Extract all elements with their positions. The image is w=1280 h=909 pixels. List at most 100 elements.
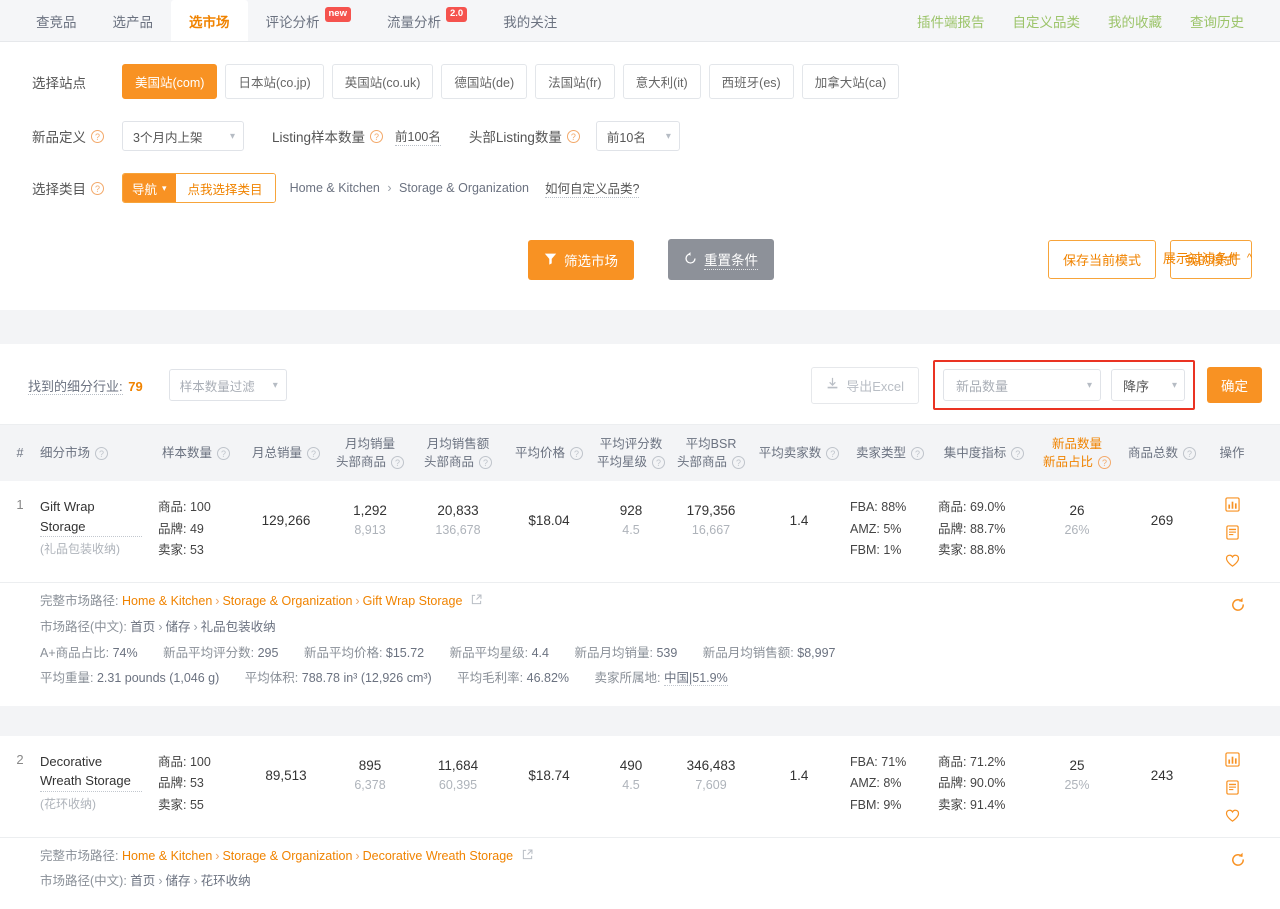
detail-path-item-1[interactable]: Storage & Organization [222, 594, 352, 608]
nav-link-my-favorites[interactable]: 我的收藏 [1094, 11, 1176, 31]
help-icon[interactable]: ? [479, 456, 492, 469]
site-button-us[interactable]: 美国站(com) [122, 64, 217, 99]
breadcrumb-item-0[interactable]: Home & Kitchen [290, 181, 380, 195]
help-icon[interactable]: ? [391, 456, 404, 469]
value-top: 6,378 [354, 778, 385, 792]
stat-new-avg-price: 新品平均价格: $15.72 [304, 646, 424, 660]
help-icon[interactable]: ? [652, 456, 665, 469]
detail-path-item-0[interactable]: Home & Kitchen [122, 594, 212, 608]
help-icon[interactable]: ? [1098, 456, 1111, 469]
nav-tab-chajingpin[interactable]: 查竞品 [18, 0, 95, 41]
confirm-sort-button[interactable]: 确定 [1207, 367, 1262, 403]
help-icon[interactable]: ? [91, 182, 104, 195]
detail-path-item-1[interactable]: Storage & Organization [222, 849, 352, 863]
help-icon[interactable]: ? [217, 447, 230, 460]
market-name-link[interactable]: Gift Wrap Storage [40, 497, 142, 537]
help-icon[interactable]: ? [567, 130, 580, 143]
bar-chart-icon[interactable] [1225, 497, 1240, 514]
export-excel-button[interactable]: 导出Excel [811, 367, 919, 404]
new-product-definition-select[interactable]: 3个月内上架 ▾ [122, 121, 244, 151]
nav-link-plugin-report[interactable]: 插件端报告 [903, 11, 999, 31]
site-button-ca[interactable]: 加拿大站(ca) [802, 64, 900, 99]
site-button-de[interactable]: 德国站(de) [441, 64, 527, 99]
path-separator: › [155, 620, 165, 634]
path-separator: › [352, 849, 362, 863]
nav-tab-xuanshichang[interactable]: 选市场 [171, 0, 248, 41]
market-name-link[interactable]: Decorative Wreath Storage [40, 752, 142, 792]
refresh-icon[interactable] [1230, 848, 1246, 881]
stat-value: 539 [656, 646, 677, 660]
row-monthly-total-sales: 89,513 [242, 752, 330, 783]
listing-sample-value[interactable]: 前100名 [395, 126, 441, 146]
help-icon[interactable]: ? [307, 447, 320, 460]
save-current-mode-button[interactable]: 保存当前模式 [1048, 240, 1156, 279]
table-row[interactable]: 2 Decorative Wreath Storage (花环收纳) 商品: 1… [0, 736, 1280, 837]
site-button-uk[interactable]: 英国站(co.uk) [332, 64, 434, 99]
document-icon[interactable] [1225, 780, 1240, 797]
site-button-es[interactable]: 西班牙(es) [709, 64, 794, 99]
detail-path-item-0[interactable]: Home & Kitchen [122, 849, 212, 863]
help-icon[interactable]: ? [732, 456, 745, 469]
sample-brand-value: 53 [190, 776, 204, 790]
reset-conditions-button[interactable]: 重置条件 [668, 239, 774, 280]
nav-link-custom-category[interactable]: 自定义品类 [999, 11, 1095, 31]
nav-tab-wodeguanzhu[interactable]: 我的关注 [485, 0, 575, 41]
detail-full-path: 完整市场路径: Home & Kitchen›Storage & Organiz… [40, 589, 1252, 615]
detail-path-item-2[interactable]: Decorative Wreath Storage [363, 849, 514, 863]
detail-cn-path-label: 市场路径(中文): [40, 620, 127, 634]
help-icon[interactable]: ? [911, 447, 924, 460]
site-button-fr[interactable]: 法国站(fr) [535, 64, 614, 99]
sample-product: 商品: 100 [158, 752, 211, 774]
external-link-icon[interactable] [471, 596, 482, 608]
help-icon[interactable]: ? [370, 130, 383, 143]
value-top: 8,913 [354, 523, 385, 537]
detail-path-item-2[interactable]: Gift Wrap Storage [363, 594, 463, 608]
seller-type-fba: FBA: 88% [850, 497, 906, 519]
sample-count-filter-select[interactable]: 样本数量过滤 ▾ [169, 369, 287, 401]
help-icon[interactable]: ? [95, 447, 108, 460]
heart-icon[interactable] [1225, 808, 1240, 825]
th-avg-sellers: 平均卖家数 ? [752, 444, 846, 462]
label-text: 头部Listing数量 [469, 126, 562, 146]
refresh-icon[interactable] [1230, 593, 1246, 626]
th-label: 平均价格 [515, 444, 565, 462]
help-icon[interactable]: ? [570, 447, 583, 460]
show-filter-conditions-toggle[interactable]: 展示过滤条件 ^ [1163, 248, 1252, 267]
value-top: 136,678 [435, 523, 480, 537]
sort-field-select[interactable]: 新品数量 ▾ [943, 369, 1101, 401]
stat-value[interactable]: 中国|51.9% [664, 671, 728, 686]
sort-order-select[interactable]: 降序 ▾ [1111, 369, 1185, 401]
help-icon[interactable]: ? [826, 447, 839, 460]
bar-chart-icon[interactable] [1225, 752, 1240, 769]
category-picker[interactable]: 导航 ▾ 点我选择类目 [122, 173, 276, 203]
filter-market-button[interactable]: 筛选市场 [528, 240, 634, 280]
nav-dropdown-button[interactable]: 导航 ▾ [123, 174, 176, 202]
row-avg-rating: 490 4.5 [592, 752, 670, 792]
nav-tab-liuliangfenxi[interactable]: 流量分析 2.0 [369, 0, 485, 41]
site-button-it[interactable]: 意大利(it) [623, 64, 701, 99]
th-label: 商品总数 [1128, 444, 1178, 462]
seller-type-fbm: FBM: 1% [850, 540, 906, 562]
nav-tab-xuanchanpin[interactable]: 选产品 [95, 0, 172, 41]
breadcrumb-item-1[interactable]: Storage & Organization [399, 181, 529, 195]
help-icon[interactable]: ? [91, 130, 104, 143]
select-value: 降序 [1123, 376, 1149, 395]
nav-tab-pinglunfenxi[interactable]: 评论分析 new [248, 0, 369, 41]
table-row[interactable]: 1 Gift Wrap Storage (礼品包装收纳) 商品: 100 品牌:… [0, 481, 1280, 582]
th-label-line2: 头部商品 [424, 453, 474, 471]
custom-category-help-link[interactable]: 如何自定义品类? [545, 178, 639, 198]
site-button-jp[interactable]: 日本站(co.jp) [225, 64, 323, 99]
export-excel-label: 导出Excel [846, 376, 904, 395]
stat-label: A+商品占比: [40, 646, 109, 660]
nav-link-query-history[interactable]: 查询历史 [1176, 11, 1258, 31]
help-icon[interactable]: ? [1183, 447, 1196, 460]
pick-category-button[interactable]: 点我选择类目 [176, 174, 275, 202]
stat-value: 788.78 in³ (12,926 cm³) [302, 671, 432, 685]
top-listing-select[interactable]: 前10名 ▾ [596, 121, 680, 151]
external-link-icon[interactable] [522, 851, 533, 863]
heart-icon[interactable] [1225, 553, 1240, 570]
sample-product-value: 100 [190, 500, 211, 514]
help-icon[interactable]: ? [1011, 447, 1024, 460]
th-label: 卖家类型 [856, 444, 906, 462]
document-icon[interactable] [1225, 525, 1240, 542]
